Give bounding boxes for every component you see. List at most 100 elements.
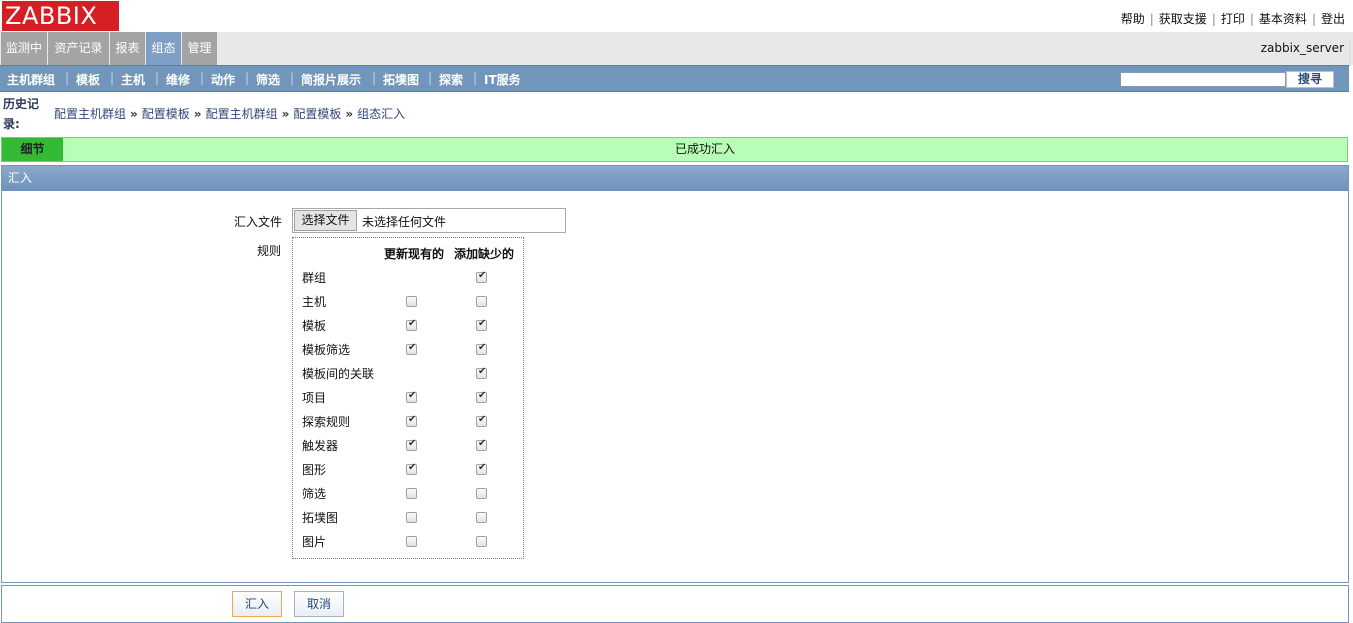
add-missing-checkbox[interactable] xyxy=(476,366,487,379)
add-missing-checkbox[interactable] xyxy=(476,512,487,523)
breadcrumb: 配置主机群组» 配置模板» 配置主机群组» 配置模板» 组态汇入 xyxy=(54,105,405,122)
menu-inventory[interactable]: 资产记录 xyxy=(48,32,109,65)
success-message: 已成功汇入 xyxy=(674,142,735,156)
separator: | xyxy=(65,71,70,85)
support-link[interactable]: 获取支援 xyxy=(1159,12,1207,26)
add-missing-checkbox[interactable] xyxy=(476,488,487,499)
rule-name: 拓墣图 xyxy=(302,511,339,525)
separator: | xyxy=(110,71,115,85)
details-button[interactable]: 细节 xyxy=(2,138,63,161)
rule-row: 模板间的关联 xyxy=(302,365,502,385)
choose-file-button[interactable]: 选择文件 xyxy=(294,210,357,231)
update-existing-checkbox[interactable] xyxy=(406,536,417,547)
rule-row: 模板 xyxy=(302,317,502,337)
add-missing-checkbox[interactable] xyxy=(476,296,487,307)
rule-row: 筛选 xyxy=(302,485,502,505)
update-existing-checkbox[interactable] xyxy=(406,512,417,523)
add-missing-checkbox[interactable] xyxy=(476,270,487,283)
rule-name: 项目 xyxy=(302,391,327,405)
breadcrumb-item[interactable]: 配置主机群组 xyxy=(206,107,278,121)
add-missing-checkbox[interactable] xyxy=(476,414,487,427)
print-link[interactable]: 打印 xyxy=(1221,12,1245,26)
file-input[interactable]: 选择文件 未选择任何文件 xyxy=(292,208,566,233)
main-menu: 监测中 资产记录 报表 组态 管理 zabbix_server xyxy=(0,32,1353,65)
top-header: ZABBIX 帮助 | 获取支援 | 打印 | 基本资料 | 登出 xyxy=(0,0,1353,32)
submenu-it-services[interactable]: IT服务 xyxy=(484,71,521,88)
profile-link[interactable]: 基本资料 xyxy=(1259,12,1307,26)
rule-row: 主机 xyxy=(302,293,502,313)
form-footer xyxy=(1,585,1349,623)
update-existing-checkbox[interactable] xyxy=(406,390,417,403)
history-label: 历史记录: xyxy=(3,97,40,131)
zabbix-logo[interactable]: ZABBIX xyxy=(2,1,119,31)
breadcrumb-arrow: » xyxy=(130,107,138,121)
breadcrumb-item[interactable]: 配置模板 xyxy=(142,107,190,121)
rule-name: 图形 xyxy=(302,463,327,477)
rule-row: 项目 xyxy=(302,389,502,409)
submenu-screens-filter[interactable]: 筛选 xyxy=(256,71,280,88)
menu-administration[interactable]: 管理 xyxy=(182,32,217,65)
add-missing-checkbox[interactable] xyxy=(476,390,487,403)
rule-row: 触发器 xyxy=(302,437,502,457)
help-link[interactable]: 帮助 xyxy=(1121,12,1145,26)
rule-name: 主机 xyxy=(302,295,327,309)
submenu-maps[interactable]: 拓墣图 xyxy=(383,71,419,88)
update-existing-checkbox[interactable] xyxy=(406,342,417,355)
breadcrumb-item[interactable]: 配置模板 xyxy=(293,107,341,121)
breadcrumb-item[interactable]: 组态汇入 xyxy=(357,107,405,121)
rule-name: 模板间的关联 xyxy=(302,367,375,381)
add-missing-checkbox[interactable] xyxy=(476,536,487,547)
submenu-slide-shows[interactable]: 简报片展示 xyxy=(301,71,361,88)
update-existing-checkbox[interactable] xyxy=(406,438,417,451)
submenu-templates[interactable]: 模板 xyxy=(76,71,100,88)
rule-row: 群组 xyxy=(302,269,502,289)
rule-name: 图片 xyxy=(302,535,327,549)
search-input[interactable] xyxy=(1120,72,1286,87)
separator: | xyxy=(372,71,377,85)
breadcrumb-item[interactable]: 配置主机群组 xyxy=(54,107,126,121)
separator: | xyxy=(1149,12,1154,26)
update-existing-checkbox[interactable] xyxy=(406,462,417,475)
success-message-bar: 细节 已成功汇入 xyxy=(1,137,1348,162)
add-missing-checkbox[interactable] xyxy=(476,318,487,331)
add-missing-checkbox[interactable] xyxy=(476,438,487,451)
separator: | xyxy=(245,71,250,85)
separator: | xyxy=(1211,12,1216,26)
rule-row: 模板筛选 xyxy=(302,341,502,361)
update-existing-checkbox[interactable] xyxy=(406,488,417,499)
top-links: 帮助 | 获取支援 | 打印 | 基本资料 | 登出 xyxy=(1121,10,1345,27)
submenu-hosts[interactable]: 主机 xyxy=(121,71,145,88)
submenu-maintenance[interactable]: 维修 xyxy=(166,71,190,88)
menu-monitoring[interactable]: 监测中 xyxy=(1,32,47,65)
rule-name: 模板筛选 xyxy=(302,343,351,357)
panel-title: 汇入 xyxy=(2,166,1348,191)
breadcrumb-arrow: » xyxy=(193,107,202,121)
menu-configuration[interactable]: 组态 xyxy=(146,32,181,65)
submenu-host-groups[interactable]: 主机群组 xyxy=(7,71,55,88)
separator: | xyxy=(473,71,478,85)
update-existing-header: 更新现有的 xyxy=(384,247,445,261)
rule-row: 拓墣图 xyxy=(302,509,502,529)
search-button[interactable]: 搜寻 xyxy=(1286,71,1334,88)
logout-link[interactable]: 登出 xyxy=(1321,12,1345,26)
import-button[interactable]: 汇入 xyxy=(232,591,282,617)
sub-menu: 主机群组 | 模板 | 主机 | 维修 | 动作 | 筛选 | 简报片展示 | … xyxy=(0,65,1349,92)
add-missing-checkbox[interactable] xyxy=(476,462,487,475)
rule-name: 触发器 xyxy=(302,439,339,453)
separator: | xyxy=(428,71,433,85)
rules-label: 规则 xyxy=(257,244,282,258)
breadcrumb-arrow: » xyxy=(281,107,290,121)
file-status: 未选择任何文件 xyxy=(362,215,447,229)
rule-row: 图形 xyxy=(302,461,502,481)
update-existing-checkbox[interactable] xyxy=(406,296,417,307)
update-existing-checkbox[interactable] xyxy=(406,414,417,427)
rule-row: 探索规则 xyxy=(302,413,502,433)
add-missing-checkbox[interactable] xyxy=(476,342,487,355)
submenu-discovery[interactable]: 探索 xyxy=(439,71,463,88)
update-existing-checkbox[interactable] xyxy=(406,318,417,331)
submenu-actions[interactable]: 动作 xyxy=(211,71,235,88)
separator: | xyxy=(1249,12,1254,26)
breadcrumb-arrow: » xyxy=(345,107,354,121)
cancel-button[interactable]: 取消 xyxy=(294,591,344,617)
menu-reports[interactable]: 报表 xyxy=(110,32,145,65)
